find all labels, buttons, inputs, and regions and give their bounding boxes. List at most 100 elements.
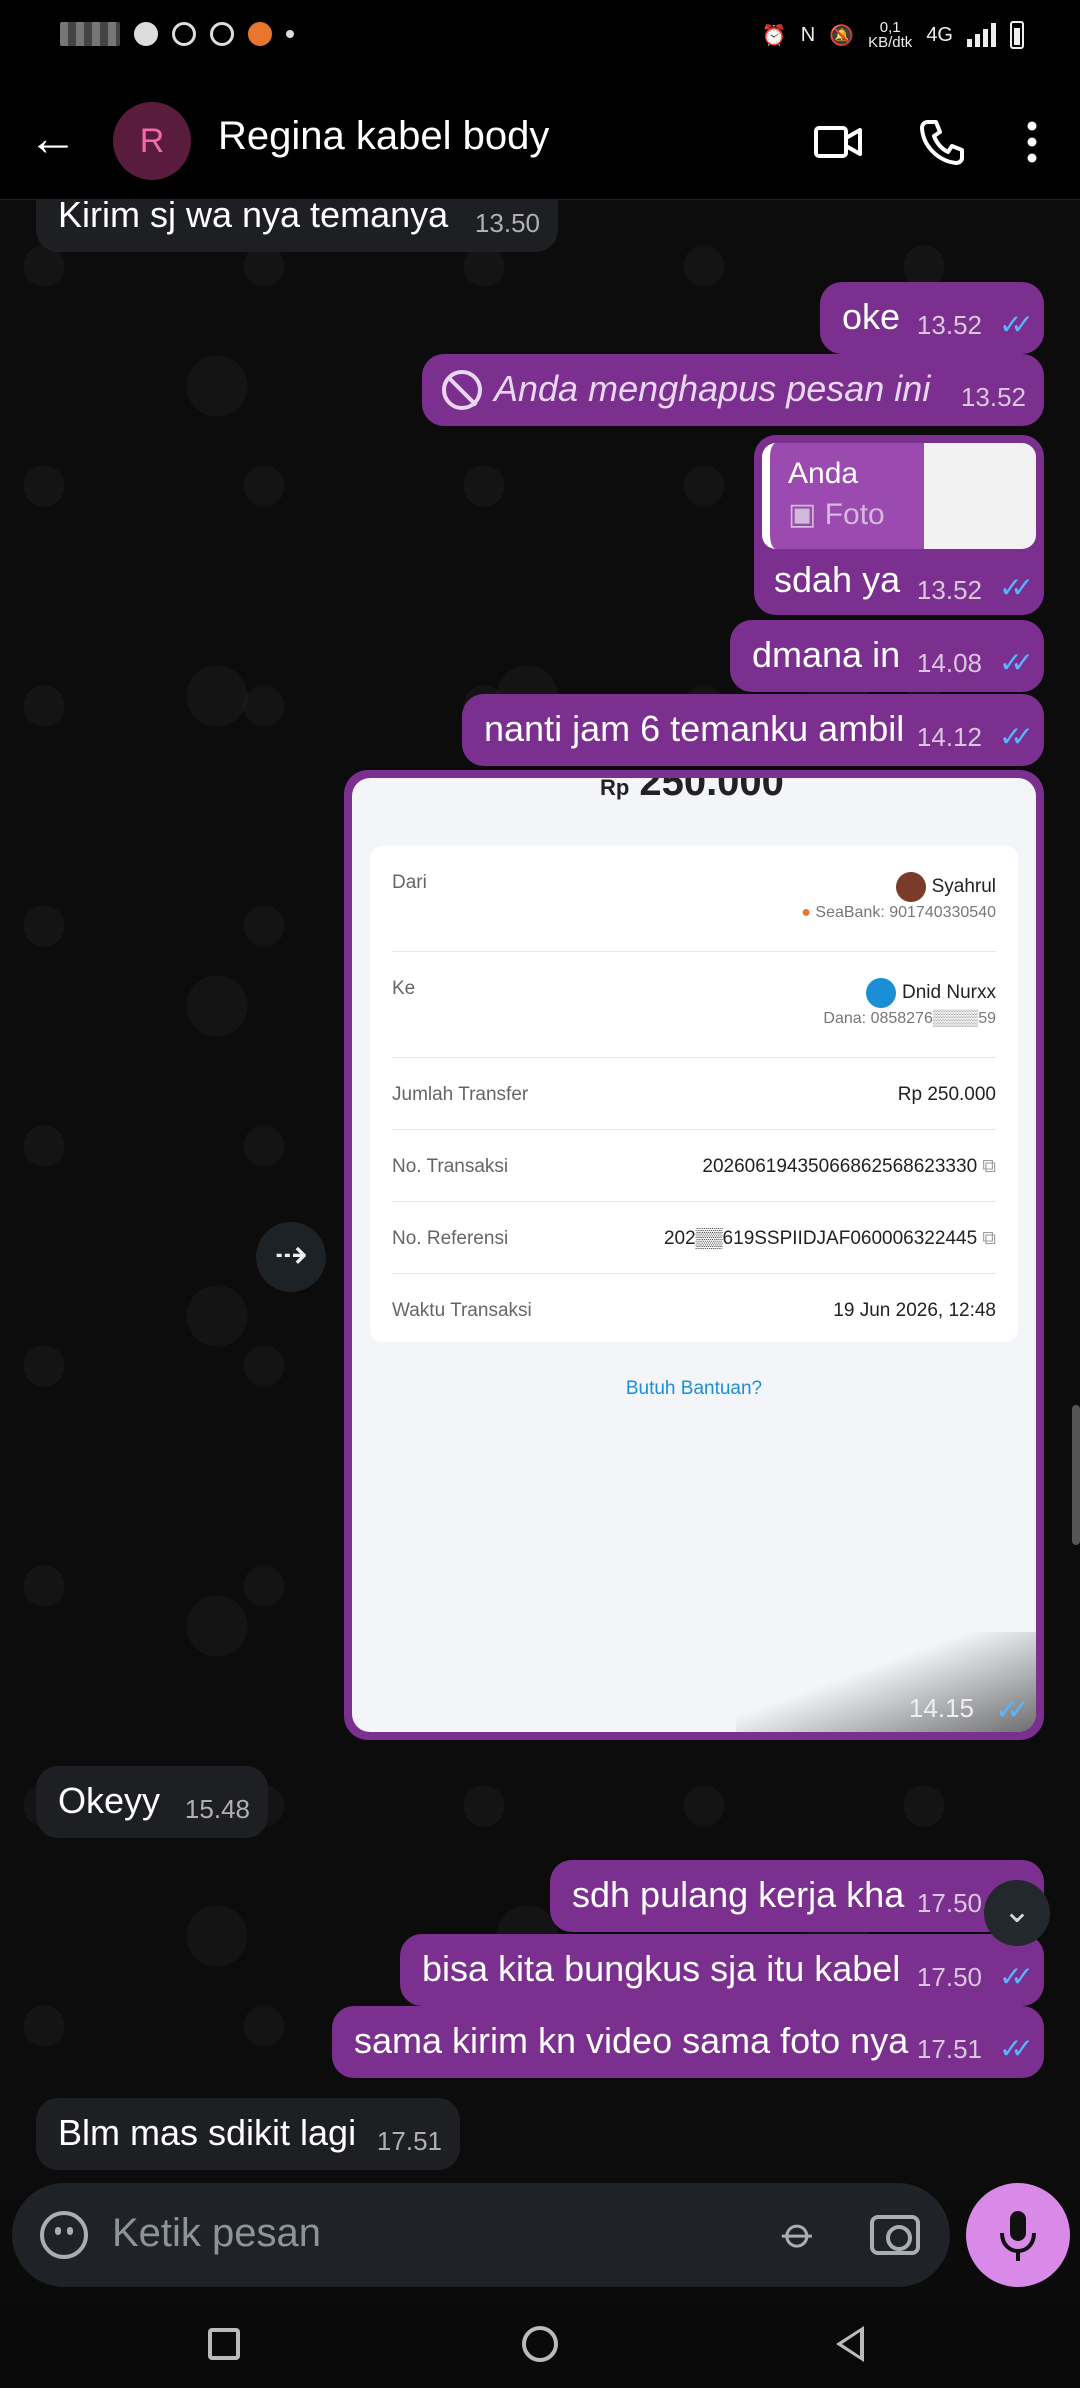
message-outgoing[interactable]: sama kirim kn video sama foto nya 17.51 … xyxy=(332,2006,1044,2078)
message-text: sdah ya xyxy=(774,559,901,600)
message-time: 13.52 xyxy=(916,310,982,340)
message-incoming[interactable]: Kirim sj wa nya temanya 13.50 xyxy=(36,200,558,252)
receipt-to-name: Dnid Nurxx xyxy=(866,978,996,1008)
message-time: 13.50 xyxy=(474,208,540,238)
message-text: Kirim sj wa nya temanya xyxy=(58,200,449,235)
message-time: 14.08 xyxy=(916,648,982,678)
attach-icon[interactable]: ⌀ xyxy=(761,2196,837,2272)
forward-icon[interactable]: ⇢ xyxy=(256,1222,326,1292)
chat-title[interactable]: Regina kabel body xyxy=(218,114,549,159)
message-text: oke xyxy=(842,296,901,337)
message-text: sdh pulang kerja kha xyxy=(572,1874,905,1915)
message-deleted[interactable]: Anda menghapus pesan ini 13.52 xyxy=(422,354,1044,426)
receipt-subvalue: SeaBank: 901740330540 xyxy=(815,904,996,921)
scrollbar[interactable] xyxy=(1072,1405,1080,1545)
dana-icon xyxy=(866,978,897,1008)
shopee-icon xyxy=(248,22,272,46)
deleted-icon xyxy=(442,370,482,410)
message-outgoing[interactable]: dmana in 14.08 ✓✓ xyxy=(730,620,1044,692)
receipt-row-reference: No. Referensi 202▒▒619SSPIIDJAF060006322… xyxy=(392,1202,996,1274)
receipt-label: No. Transaksi xyxy=(392,1156,509,1177)
quoted-author: Anda xyxy=(788,457,859,490)
receipt-from-name: Syahrul xyxy=(895,872,996,902)
chat-messages[interactable]: Kirim sj wa nya temanya 13.50 oke 13.52 … xyxy=(0,200,1080,2200)
read-ticks-icon: ✓✓ xyxy=(999,647,1034,678)
receipt-row-from: Dari Syahrul ● SeaBank: 901740330540 xyxy=(392,846,996,952)
battery-icon xyxy=(1010,21,1024,49)
receipt-row-to: Ke Dnid Nurxx Dana: 0858276▒▒▒▒59 xyxy=(392,952,996,1058)
sync-icon xyxy=(172,22,196,46)
photo-icon: ▣ xyxy=(788,498,825,531)
message-input[interactable]: Ketik pesan xyxy=(112,2211,321,2256)
receipt-currency: Rp xyxy=(600,778,630,800)
receipt-help-link: Butuh Bantuan? xyxy=(625,1378,763,1399)
read-ticks-icon: ✓✓ xyxy=(999,572,1034,603)
message-image[interactable]: Rp 250.000 Dari Syahrul ● SeaBank: 901740… xyxy=(344,770,1044,1740)
message-text: dmana in xyxy=(752,634,901,675)
message-composer[interactable]: Ketik pesan ⌀ xyxy=(12,2183,950,2287)
message-time: 17.51 xyxy=(916,2034,982,2064)
receipt-value: Dnid Nurxx xyxy=(902,982,996,1004)
signal-icon xyxy=(967,23,996,47)
receipt-to-account: Dana: 0858276▒▒▒▒59 xyxy=(823,1010,996,1027)
receipt-label: Dari xyxy=(392,872,427,893)
message-outgoing[interactable]: sdh pulang kerja kha 17.50 ✓✓ xyxy=(550,1860,1044,1932)
nfc-icon: N xyxy=(800,23,816,46)
message-reply[interactable]: Anda ▣ Foto sdah ya 13.52 ✓✓ xyxy=(754,435,1044,615)
receipt-reference-number: 202▒▒619SSPIIDJAF060006322445 ⧉ xyxy=(664,1228,996,1250)
alarm-icon: ⏰ xyxy=(761,24,787,47)
receipt-label: No. Referensi xyxy=(392,1228,509,1249)
scroll-down-icon[interactable]: ⌄ xyxy=(984,1880,1050,1946)
emoji-icon[interactable] xyxy=(40,2211,88,2259)
message-incoming[interactable]: Okeyy 15.48 xyxy=(36,1766,268,1838)
chat-header: ← R Regina kabel body xyxy=(0,80,1080,200)
camera-icon[interactable] xyxy=(870,2215,920,2255)
notification-icon xyxy=(134,22,158,46)
mic-button[interactable] xyxy=(966,2183,1070,2287)
back-arrow-icon[interactable]: ← xyxy=(28,113,78,164)
read-ticks-icon: ✓✓ xyxy=(999,721,1034,752)
read-ticks-icon: ✓✓ xyxy=(995,1694,1030,1725)
message-text: nanti jam 6 temanku ambil xyxy=(484,708,905,749)
app-notification-icon xyxy=(60,22,120,46)
message-time: 17.50 xyxy=(916,1962,982,1992)
message-outgoing[interactable]: nanti jam 6 temanku ambil 14.12 ✓✓ xyxy=(462,694,1044,766)
receipt-label: Waktu Transaksi xyxy=(392,1300,532,1321)
message-text: Anda menghapus pesan ini xyxy=(494,368,931,409)
receipt-label: Ke xyxy=(392,978,416,999)
quoted-photo-label: ▣ Foto xyxy=(788,497,885,532)
message-incoming[interactable]: Blm mas sdikit lagi 17.51 xyxy=(36,2098,460,2170)
mic-icon xyxy=(1000,2211,1036,2261)
message-time: 15.48 xyxy=(184,1794,250,1824)
message-text: sama kirim kn video sama foto nya xyxy=(354,2020,909,2061)
recents-icon[interactable] xyxy=(208,2328,240,2360)
read-ticks-icon: ✓✓ xyxy=(999,309,1034,340)
video-call-icon[interactable] xyxy=(810,114,866,170)
receipt-value: 19 Jun 2026, 12:48 xyxy=(833,1300,996,1321)
receipt-transaction-number: 20260619435066862568623330 ⧉ xyxy=(702,1156,996,1178)
back-icon[interactable] xyxy=(836,2326,864,2362)
status-bar: ⏰ N 🔕 0,1 KB/dtk 4G xyxy=(0,0,1080,80)
quoted-text: Foto xyxy=(824,498,885,531)
system-nav-bar xyxy=(0,2300,1080,2388)
copy-icon: ⧉ xyxy=(982,1228,996,1249)
mute-icon: 🔕 xyxy=(829,24,855,47)
quoted-message[interactable]: Anda ▣ Foto xyxy=(762,443,1036,549)
network-speed-value: 0,1 xyxy=(879,19,901,36)
home-icon[interactable] xyxy=(522,2326,558,2362)
sender-avatar xyxy=(895,872,926,902)
transfer-receipt-image[interactable]: Rp 250.000 Dari Syahrul ● SeaBank: 901740… xyxy=(352,778,1036,1732)
read-ticks-icon: ✓✓ xyxy=(999,1961,1034,1992)
receipt-row-transaction: No. Transaksi 20260619435066862568623330… xyxy=(392,1130,996,1202)
more-options-icon[interactable] xyxy=(1004,114,1060,170)
receipt-amount: Rp 250.000 xyxy=(600,778,784,805)
receipt-value: Rp 250.000 xyxy=(897,1084,996,1105)
network-speed-unit: KB/dtk xyxy=(868,34,913,51)
receipt-from-account: ● SeaBank: 901740330540 xyxy=(801,904,996,922)
message-outgoing[interactable]: oke 13.52 ✓✓ xyxy=(820,282,1044,354)
message-outgoing[interactable]: bisa kita bungkus sja itu kabel 17.50 ✓✓ xyxy=(400,1934,1044,2006)
phone-icon[interactable] xyxy=(914,114,970,170)
receipt-label: Jumlah Transfer xyxy=(392,1084,529,1105)
receipt-row-amount: Jumlah Transfer Rp 250.000 xyxy=(392,1058,996,1130)
avatar[interactable]: R xyxy=(113,102,191,180)
